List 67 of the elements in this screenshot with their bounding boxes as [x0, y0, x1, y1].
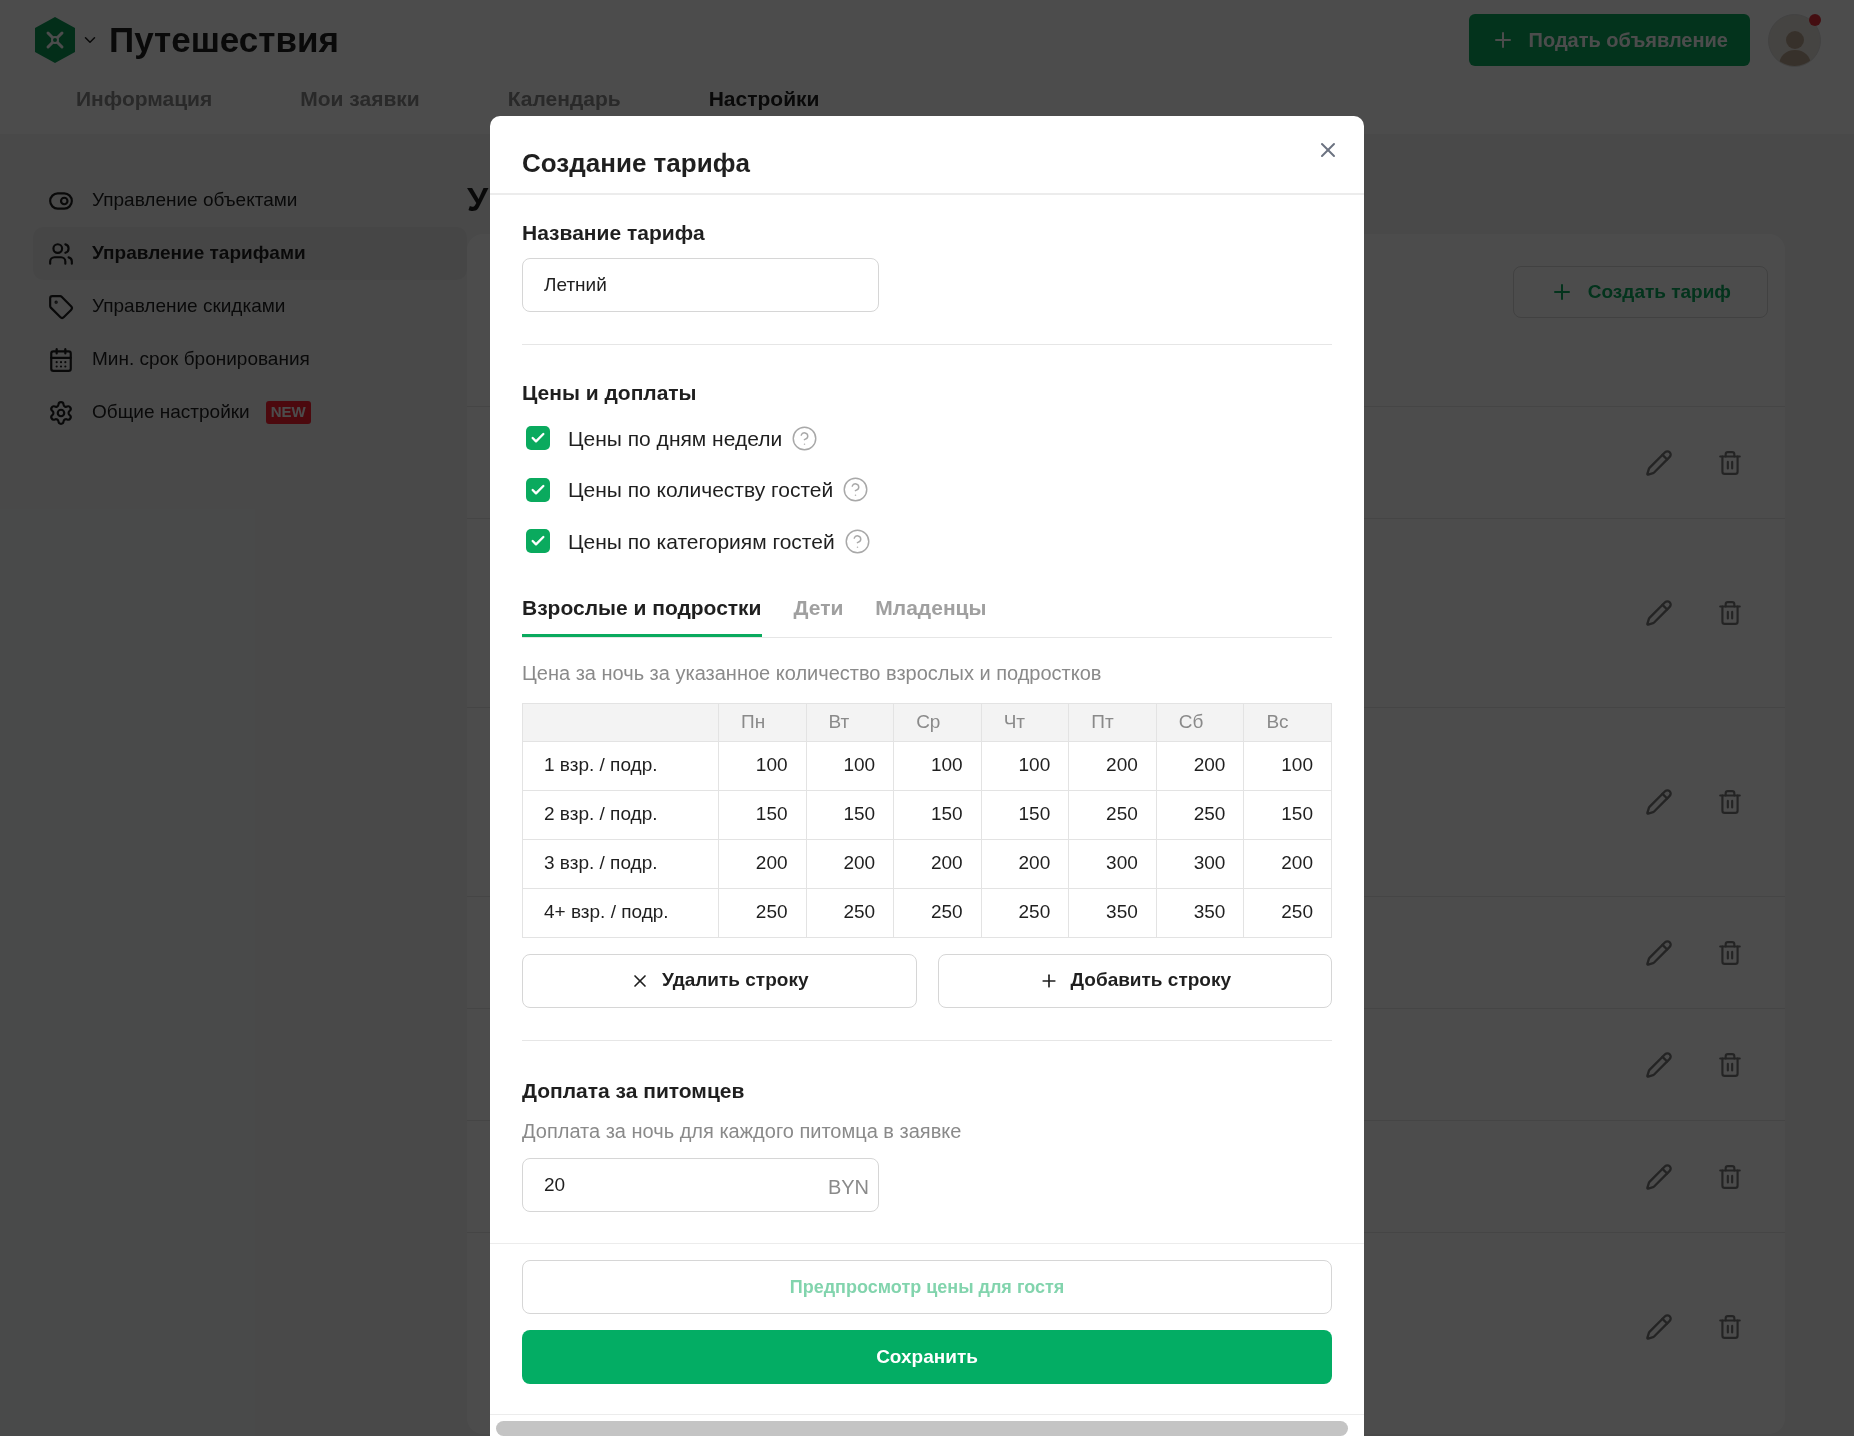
- price-cell[interactable]: 100: [981, 741, 1069, 790]
- checkbox[interactable]: [526, 426, 550, 451]
- price-cell[interactable]: 150: [1243, 790, 1332, 839]
- column-header: Чт: [981, 703, 1069, 741]
- category-tab[interactable]: Взрослые и подростки: [522, 592, 762, 637]
- app-title: Путешествия: [109, 18, 339, 61]
- table-caption: Цена за ночь за указанное количество взрослых и подростков: [522, 660, 1103, 686]
- price-cell[interactable]: 200: [893, 839, 982, 888]
- column-header: Ср: [893, 703, 982, 741]
- row-label: 1 взр. / подр.: [522, 741, 719, 790]
- sidebar-label: Общие настройки: [92, 400, 250, 425]
- row-label: 4+ взр. / подр.: [522, 888, 719, 937]
- price-cell[interactable]: 300: [1156, 839, 1244, 888]
- sidebar-label: Управление скидками: [92, 294, 286, 319]
- price-cell[interactable]: 200: [718, 839, 807, 888]
- help-icon[interactable]: [842, 476, 870, 504]
- checkbox-label: Цены по дням недели: [568, 425, 783, 452]
- column-header: Сб: [1156, 703, 1244, 741]
- field-label: Название тарифа: [522, 219, 706, 246]
- section-heading: Цены и доплаты: [522, 380, 698, 406]
- price-cell[interactable]: 100: [718, 741, 807, 790]
- add-row-button[interactable]: Добавить строку: [937, 953, 1332, 1008]
- row-label: 2 взр. / подр.: [522, 790, 719, 839]
- price-cell[interactable]: 250: [893, 888, 982, 937]
- section-caption: Доплата за ночь для каждого питомца в заявке: [522, 1119, 963, 1144]
- checkbox-label: Цены по категориям гостей: [568, 528, 835, 555]
- checkbox-label: Цены по количеству гостей: [568, 477, 834, 503]
- price-cell[interactable]: 100: [893, 741, 982, 790]
- checkbox[interactable]: [526, 477, 550, 502]
- tariff-name-field[interactable]: Летний: [522, 258, 879, 312]
- price-cell[interactable]: 200: [1243, 839, 1332, 888]
- column-header: Вт: [806, 703, 894, 741]
- price-cell[interactable]: 200: [1068, 741, 1157, 790]
- price-cell[interactable]: 100: [1243, 741, 1332, 790]
- delete-row-button[interactable]: Удалить строку: [522, 953, 917, 1008]
- section-heading: Доплата за питомцев: [522, 1077, 746, 1104]
- price-cell[interactable]: 300: [1068, 839, 1157, 888]
- scrollbar[interactable]: [496, 1421, 1348, 1436]
- price-cell[interactable]: 250: [1068, 790, 1157, 839]
- price-cell[interactable]: 100: [806, 741, 894, 790]
- checkbox[interactable]: [526, 529, 550, 554]
- price-cell[interactable]: 250: [1243, 888, 1332, 937]
- sidebar-label: Мин. срок бронирования: [92, 347, 310, 372]
- sidebar-label: Управление объектами: [92, 188, 298, 213]
- price-cell[interactable]: 200: [806, 839, 894, 888]
- column-header: Пн: [718, 703, 807, 741]
- page-heading: У: [467, 179, 490, 220]
- price-cell[interactable]: 250: [806, 888, 894, 937]
- help-icon[interactable]: [791, 424, 819, 452]
- help-icon[interactable]: [843, 527, 871, 555]
- currency-label: BYN: [827, 1175, 869, 1200]
- price-cell[interactable]: 200: [1156, 741, 1244, 790]
- price-cell[interactable]: 250: [1156, 790, 1244, 839]
- price-cell[interactable]: 150: [981, 790, 1069, 839]
- price-cell[interactable]: 150: [718, 790, 807, 839]
- price-cell[interactable]: 150: [893, 790, 982, 839]
- price-cell[interactable]: 350: [1068, 888, 1157, 937]
- price-cell[interactable]: 150: [806, 790, 894, 839]
- price-cell[interactable]: 250: [981, 888, 1069, 937]
- price-cell[interactable]: 250: [718, 888, 807, 937]
- modal-title: Создание тарифа: [522, 146, 750, 180]
- column-header: Пт: [1068, 703, 1157, 741]
- sidebar-label: Управление тарифами: [92, 241, 306, 266]
- column-header: Вс: [1243, 703, 1332, 741]
- price-cell[interactable]: 350: [1156, 888, 1244, 937]
- row-label: 3 взр. / подр.: [522, 839, 719, 888]
- price-cell[interactable]: 200: [981, 839, 1069, 888]
